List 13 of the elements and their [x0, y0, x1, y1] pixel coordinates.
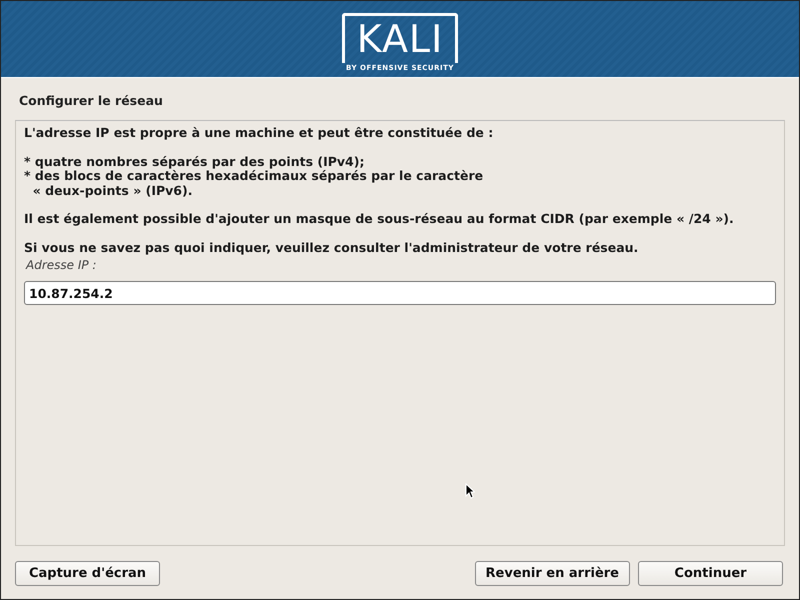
continue-button[interactable]: Continuer — [638, 561, 783, 586]
bullet-text: * des blocs de caractères hexadécimaux séparés par le caractère « deux-points » (IPv6). — [24, 169, 484, 198]
logo-text: KALI — [356, 20, 444, 58]
ip-address-field[interactable]: 10.87.254.2 — [24, 281, 776, 305]
intro-text: L'adresse IP est propre à une machine et peut être constituée de : — [24, 126, 494, 140]
paragraph-text: Si vous ne savez pas quoi indiquer, veuillez consulter l'administrateur de votre réseau. — [24, 240, 640, 255]
screenshot-button[interactable]: Capture d'écran — [15, 561, 160, 586]
field-label: Adresse IP : — [26, 258, 98, 272]
bullet-text: * quatre nombres séparés par des points (IPv4); — [24, 154, 366, 169]
page-title: Configurer le réseau — [19, 93, 163, 108]
mouse-cursor-icon — [465, 483, 475, 499]
paragraph-text: Il est également possible d'ajouter un masque de sous-réseau au format CIDR (par exemple « /24 »). — [24, 212, 735, 226]
back-button[interactable]: Revenir en arrière — [474, 561, 630, 586]
